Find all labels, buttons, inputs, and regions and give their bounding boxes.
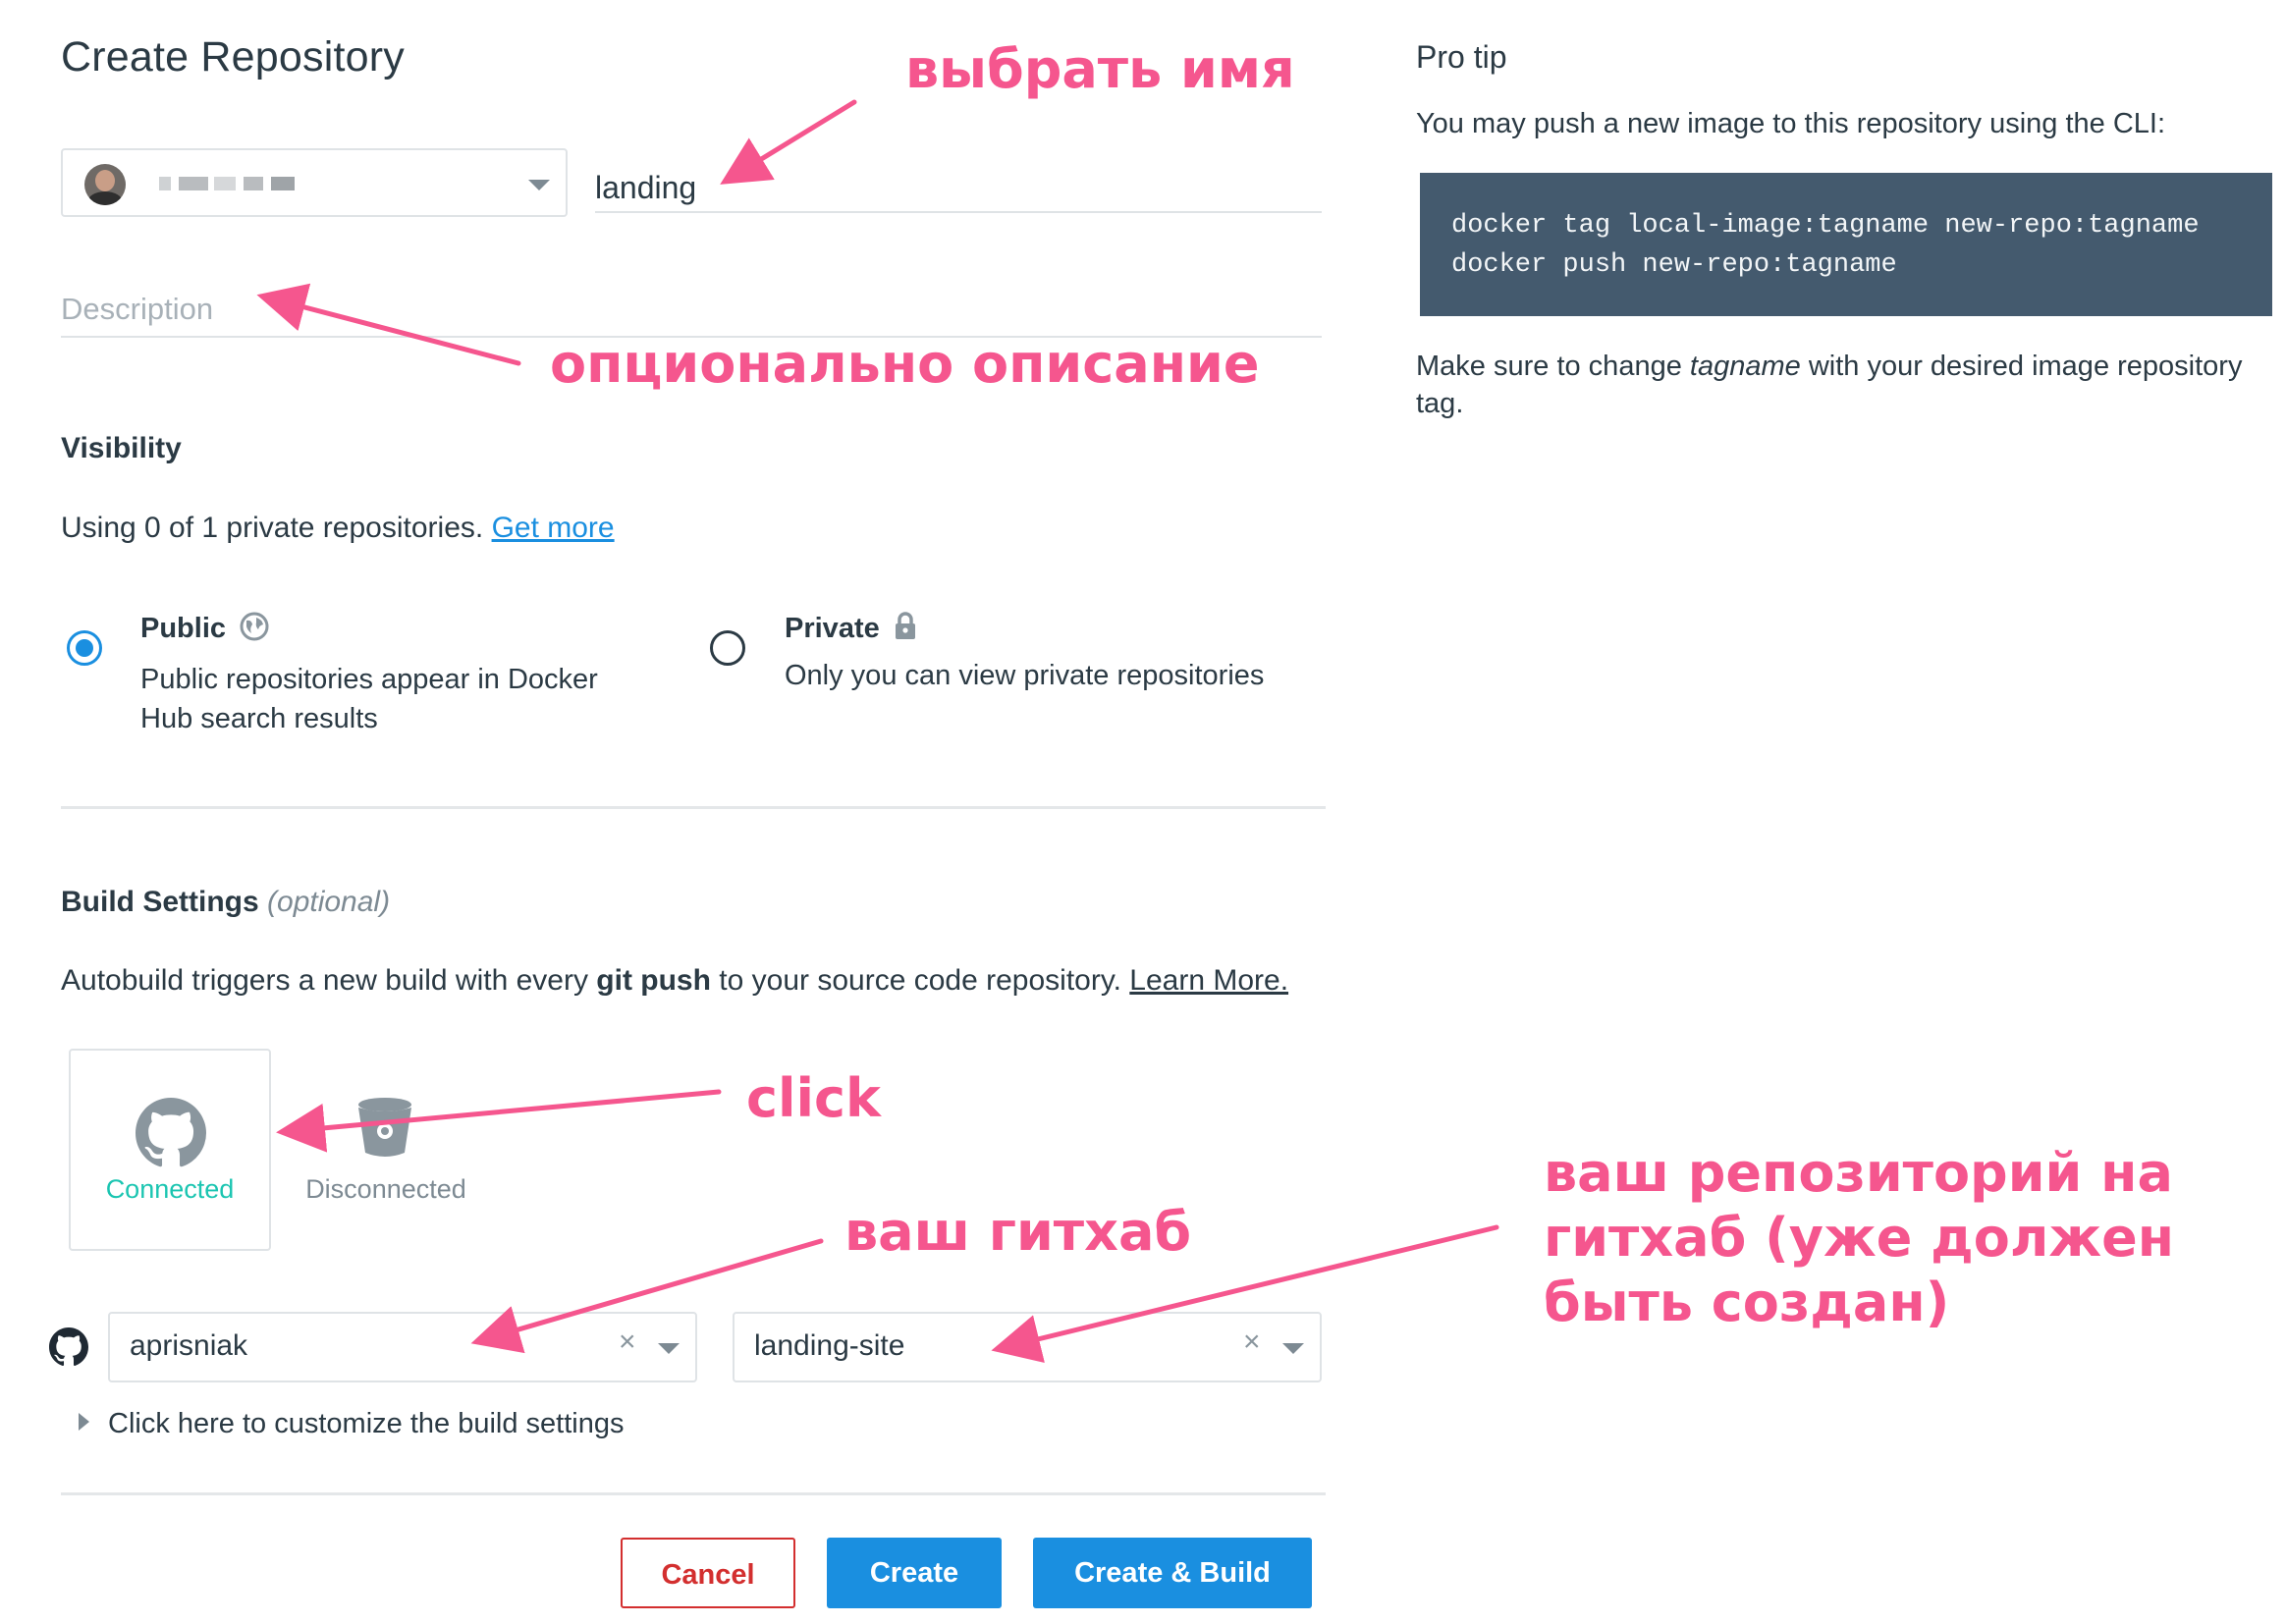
annotation-description: опционально описание — [550, 333, 1260, 395]
annotation-click: click — [746, 1067, 881, 1129]
arrow-to-org-select — [470, 1238, 824, 1354]
arrow-to-description — [256, 283, 521, 366]
annotation-repo: ваш репозиторий на гитхаб (уже должен бы… — [1544, 1141, 2174, 1335]
arrow-to-github-card — [276, 1089, 722, 1153]
annotation-github: ваш гитхаб — [844, 1201, 1192, 1263]
annotation-repo-line1: ваш репозиторий на — [1544, 1142, 2173, 1204]
annotation-name: выбрать имя — [905, 38, 1295, 100]
arrow-to-name — [720, 99, 857, 185]
annotation-repo-line2: гитхаб (уже должен — [1544, 1207, 2175, 1269]
annotation-arrows — [256, 99, 1499, 1363]
annotation-repo-line3: быть создан) — [1544, 1272, 1950, 1333]
